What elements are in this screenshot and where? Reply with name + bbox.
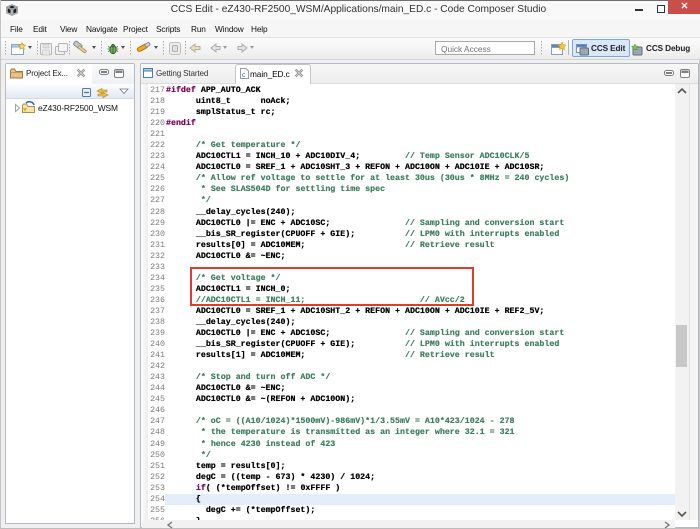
svg-text:c: c (242, 72, 246, 79)
